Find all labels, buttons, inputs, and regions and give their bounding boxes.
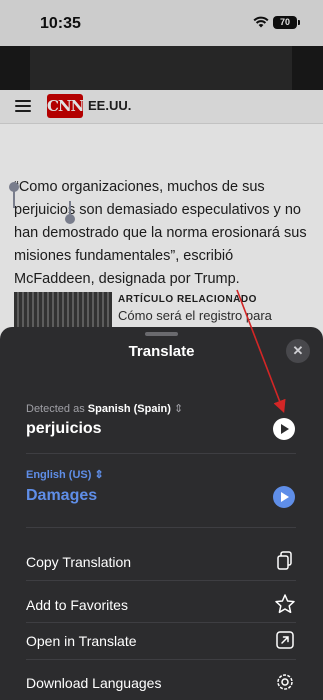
- target-language: English (US): [26, 469, 92, 481]
- detected-prefix: Detected as: [26, 403, 85, 415]
- open-external-icon: [276, 631, 294, 649]
- translate-sheet: Translate ✕ Detected as Spanish (Spain) …: [0, 327, 323, 700]
- play-translation-button[interactable]: [273, 486, 295, 508]
- detected-language-selector[interactable]: Detected as Spanish (Spain) ⇕: [26, 402, 183, 415]
- menu-item-label: Open in Translate: [26, 633, 137, 649]
- copy-icon: [277, 551, 292, 570]
- divider: [26, 659, 296, 660]
- source-text: perjuicios: [26, 420, 102, 437]
- gear-icon: [277, 674, 293, 690]
- sheet-grabber[interactable]: [145, 332, 178, 336]
- open-in-translate-button[interactable]: Open in Translate: [0, 623, 323, 659]
- sheet-title: Translate: [128, 343, 195, 360]
- divider: [26, 453, 296, 454]
- copy-translation-button[interactable]: Copy Translation: [0, 544, 323, 580]
- menu-item-label: Copy Translation: [26, 554, 132, 570]
- menu-item-label: Add to Favorites: [26, 597, 128, 613]
- divider: [26, 580, 296, 581]
- download-languages-button[interactable]: Download Languages: [0, 665, 323, 700]
- detected-language: Spanish (Spain): [87, 403, 171, 415]
- play-source-button[interactable]: [273, 418, 295, 440]
- target-language-selector[interactable]: English (US) ⇕: [26, 468, 104, 481]
- menu-item-label: Download Languages: [26, 675, 162, 691]
- add-to-favorites-button[interactable]: Add to Favorites: [0, 587, 323, 623]
- chevron-updown-icon: ⇕: [94, 469, 104, 481]
- close-button[interactable]: ✕: [286, 339, 310, 363]
- star-icon: [275, 594, 295, 614]
- translated-text: Damages: [26, 487, 98, 504]
- divider: [26, 527, 296, 528]
- chevron-updown-icon: ⇕: [173, 403, 184, 415]
